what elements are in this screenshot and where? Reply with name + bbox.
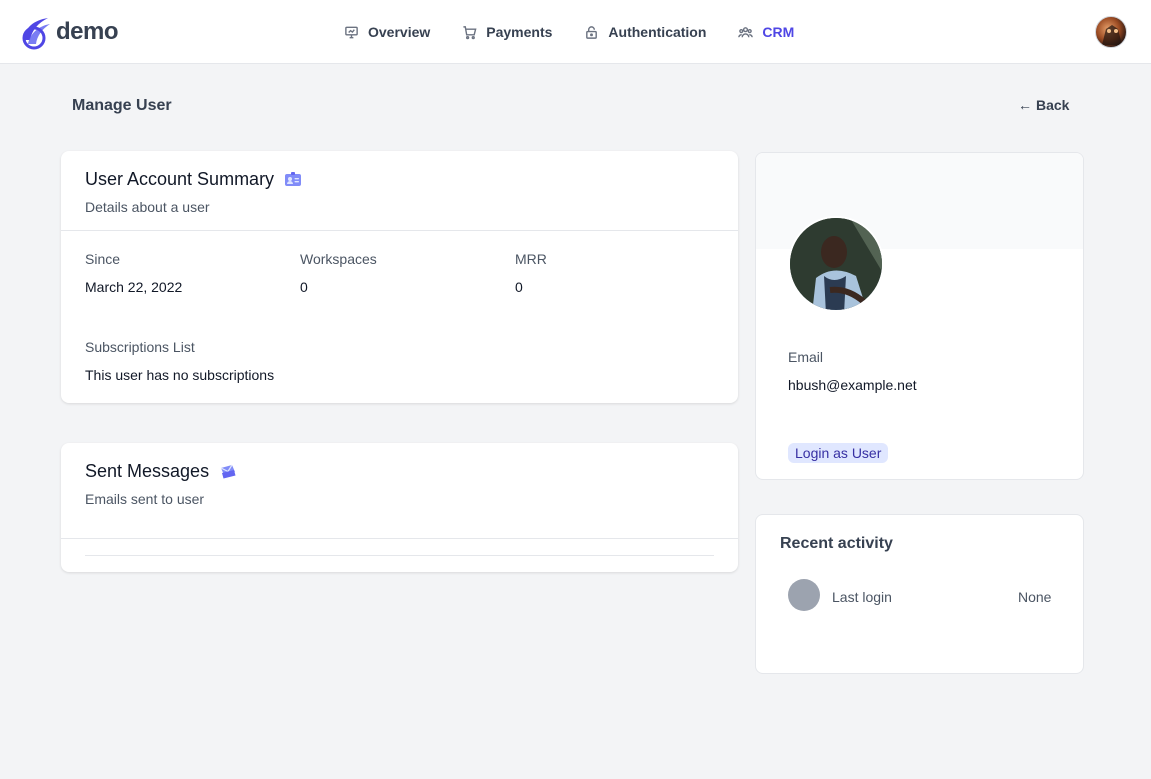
nav-item-label: Overview xyxy=(368,24,431,40)
cart-icon xyxy=(463,25,477,39)
messages-divider xyxy=(61,538,738,539)
brand-name: demo xyxy=(56,18,119,45)
page-title: Manage User xyxy=(72,97,172,114)
summary-card-title: User Account Summary xyxy=(85,169,302,190)
subscriptions-label: Subscriptions List xyxy=(85,339,195,355)
activity-avatar-placeholder xyxy=(788,579,820,611)
recent-activity-card: Recent activity Last login None xyxy=(755,514,1084,674)
since-label: Since xyxy=(85,251,121,267)
since-value: March 22, 2022 xyxy=(85,279,183,295)
subscriptions-value: This user has no subscriptions xyxy=(85,367,275,383)
profile-photo-image xyxy=(790,218,882,310)
messages-card-title: Sent Messages xyxy=(85,461,237,482)
login-as-user-button[interactable]: Login as User xyxy=(788,443,889,463)
arrow-left-icon: ← xyxy=(1018,97,1032,113)
main-nav: Overview Payments Authentication CRM xyxy=(344,0,826,64)
workspaces-label: Workspaces xyxy=(300,251,377,267)
activity-title: Recent activity xyxy=(780,535,893,552)
presentation-icon xyxy=(345,26,358,38)
mrr-value: 0 xyxy=(515,279,523,295)
nav-item-payments[interactable]: Payments xyxy=(462,24,552,40)
nav-item-label: Payments xyxy=(486,24,553,40)
avatar-image xyxy=(1102,25,1122,45)
summary-divider xyxy=(61,230,738,231)
activity-item-label: Last login xyxy=(832,589,892,605)
sent-messages-card: Sent Messages Emails sent to user xyxy=(61,443,738,572)
email-value: hbush@example.net xyxy=(788,377,917,393)
back-label: Back xyxy=(1036,97,1070,113)
logo-swoosh-icon xyxy=(22,18,50,50)
messages-title-text: Sent Messages xyxy=(85,461,210,481)
lock-icon xyxy=(586,25,598,39)
activity-item-value: None xyxy=(1018,589,1052,605)
nav-item-authentication[interactable]: Authentication xyxy=(584,24,706,40)
nav-item-overview[interactable]: Overview xyxy=(344,24,430,40)
users-icon xyxy=(738,26,754,37)
nav-item-crm[interactable]: CRM xyxy=(738,24,794,40)
user-avatar[interactable] xyxy=(1095,16,1127,48)
envelope-icon xyxy=(220,464,236,478)
profile-photo xyxy=(788,216,884,312)
summary-title-text: User Account Summary xyxy=(85,169,275,189)
user-profile-card: Email hbush@example.net Login as User xyxy=(755,152,1084,480)
user-account-summary-card: User Account Summary Details about a use… xyxy=(61,151,738,403)
top-navbar: demo Overview Payments Authentication CR… xyxy=(0,0,1151,64)
back-button[interactable]: ← Back xyxy=(1018,97,1069,113)
email-label: Email xyxy=(788,349,824,365)
messages-list-divider xyxy=(85,555,714,556)
summary-subtitle: Details about a user xyxy=(85,199,210,215)
id-card-icon xyxy=(285,171,302,186)
nav-item-label: Authentication xyxy=(608,24,707,40)
workspaces-value: 0 xyxy=(300,279,308,295)
mrr-label: MRR xyxy=(515,251,547,267)
messages-subtitle: Emails sent to user xyxy=(85,491,205,507)
brand-logo[interactable]: demo xyxy=(18,14,119,50)
nav-item-label: CRM xyxy=(762,24,795,40)
